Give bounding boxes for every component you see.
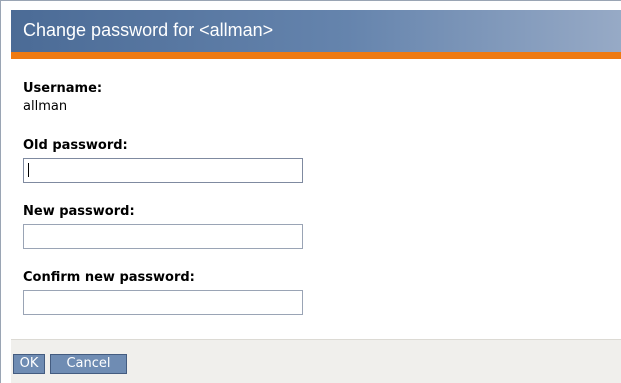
text-caret [28,163,29,177]
dialog-footer: OK Cancel [11,339,621,383]
username-value: allman [23,99,68,114]
new-password-input[interactable] [23,224,303,249]
old-password-label: Old password: [23,138,128,153]
titlebar-accent-stripe [11,52,621,59]
dialog-title: Change password for <allman> [23,20,274,40]
dialog-titlebar: Change password for <allman> [11,10,621,52]
change-password-dialog: Change password for <allman> Username: a… [0,0,621,383]
confirm-password-input[interactable] [23,290,303,315]
dialog-body: Username: allman Old password: New passw… [11,59,621,339]
old-password-input[interactable] [23,158,303,183]
old-password-field-wrap [11,158,311,184]
cancel-button[interactable]: Cancel [50,354,127,374]
ok-button[interactable]: OK [13,354,45,374]
username-label: Username: [23,81,103,96]
new-password-label: New password: [23,204,135,219]
confirm-password-label: Confirm new password: [23,270,195,285]
